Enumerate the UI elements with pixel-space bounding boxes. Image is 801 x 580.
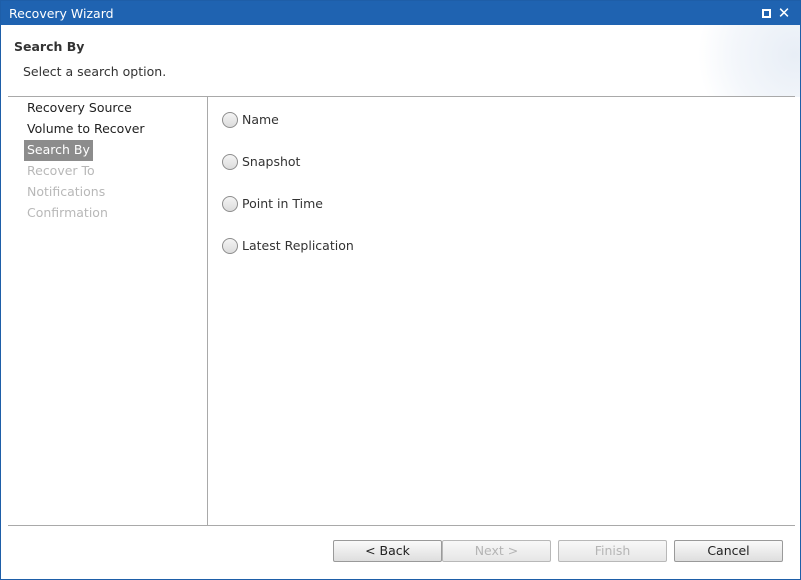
step-volume-to-recover: Volume to Recover — [27, 121, 145, 136]
point-in-time-radio-label[interactable]: Point in Time — [242, 196, 323, 211]
next-button[interactable]: Next > — [442, 540, 551, 562]
step-recovery-source: Recovery Source — [27, 100, 132, 115]
latest-replication-radio-label[interactable]: Latest Replication — [242, 238, 354, 253]
finish-button[interactable]: Finish — [558, 540, 667, 562]
maximize-icon[interactable] — [759, 5, 775, 21]
cancel-button[interactable]: Cancel — [674, 540, 783, 562]
page-description: Select a search option. — [23, 64, 167, 79]
title-bar[interactable]: Recovery Wizard ✕ — [1, 1, 800, 25]
latest-replication-radio[interactable] — [222, 238, 238, 254]
step-search-by: Search By — [24, 140, 204, 161]
step-notifications: Notifications — [27, 184, 106, 199]
wizard-steps-list: Recovery Source Volume to Recover Search… — [24, 98, 204, 224]
recovery-wizard-window: Recovery Wizard ✕ Search By Select a sea… — [0, 0, 801, 580]
header-divider — [8, 96, 795, 97]
point-in-time-radio[interactable] — [222, 196, 238, 212]
step-recover-to: Recover To — [27, 163, 95, 178]
footer-divider — [8, 525, 795, 526]
window-title: Recovery Wizard — [9, 6, 114, 21]
snapshot-radio[interactable] — [222, 154, 238, 170]
steps-divider — [207, 97, 208, 525]
back-button[interactable]: < Back — [333, 540, 442, 562]
close-icon[interactable]: ✕ — [776, 5, 792, 21]
snapshot-radio-label[interactable]: Snapshot — [242, 154, 300, 169]
wizard-header: Search By Select a search option. — [1, 25, 800, 97]
page-title: Search By — [14, 39, 85, 54]
name-radio[interactable] — [222, 112, 238, 128]
header-decoration — [690, 25, 800, 97]
name-radio-label[interactable]: Name — [242, 112, 279, 127]
step-confirmation: Confirmation — [27, 205, 108, 220]
